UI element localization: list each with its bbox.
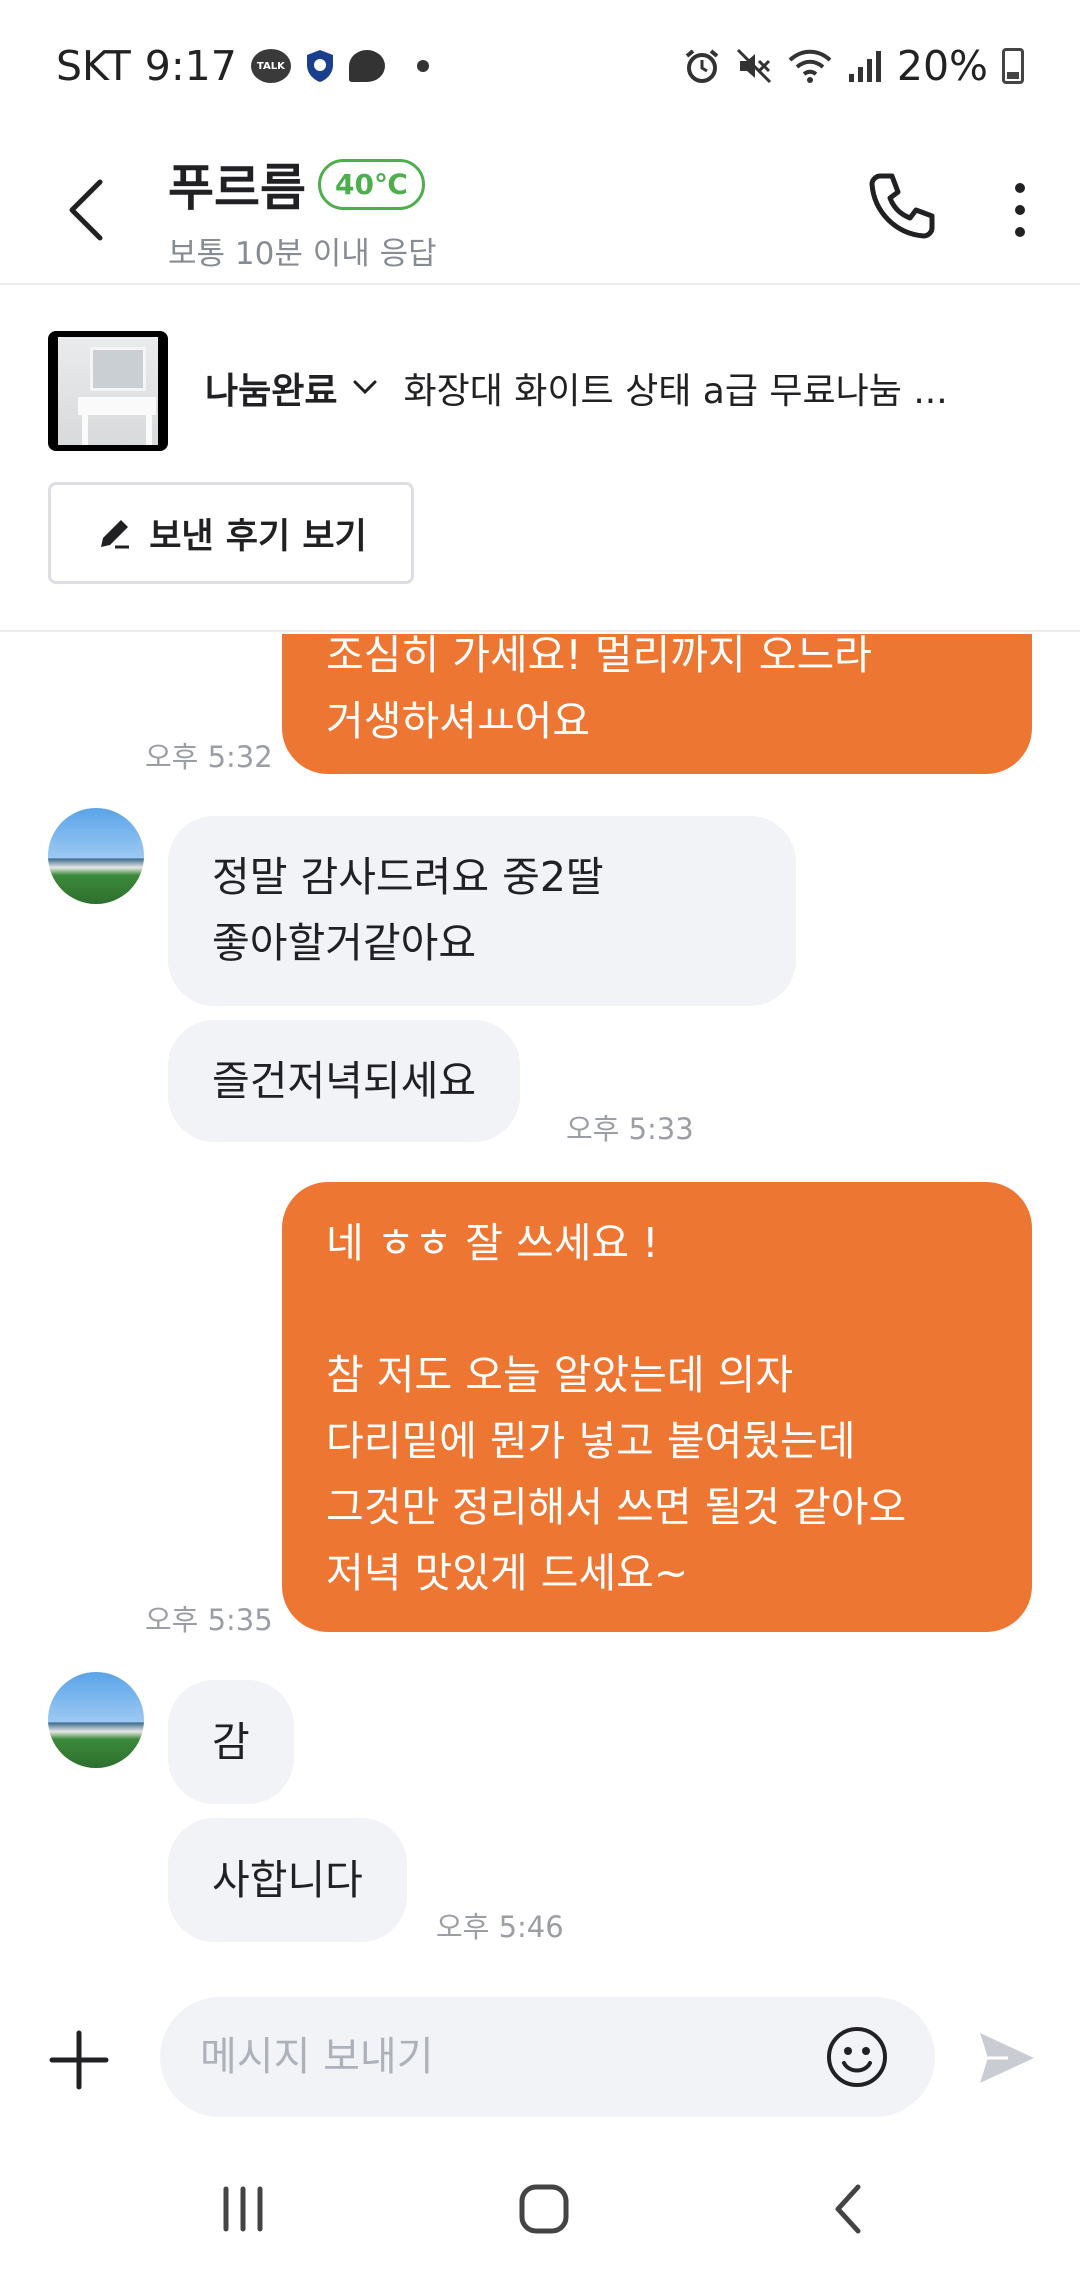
message-line: 그것만 정리해서 쓰면 될것 같아오 <box>326 1483 907 1531</box>
message-line <box>326 1276 988 1342</box>
send-icon <box>980 2033 1034 2083</box>
shield-icon <box>305 48 335 84</box>
message-line: 참 저도 오늘 알았는데 의자 <box>326 1351 794 1399</box>
product-card: 나눔완료 화장대 화이트 상태 a급 무료나눔 ... 보낸 후기 보기 <box>0 287 1080 632</box>
recent-apps-icon <box>223 2186 263 2232</box>
message-time: 오후 5:32 <box>145 740 273 774</box>
talk-badge: TALK <box>256 60 285 72</box>
message-line: 감 <box>212 1718 250 1766</box>
recent-apps-button[interactable] <box>218 2185 268 2233</box>
response-time-label: 보통 10분 이내 응답 <box>168 236 437 272</box>
my-message-bubble[interactable]: 네 ㅎㅎ 잘 쓰세요 ! 참 저도 오늘 알았는데 의자 다리밑에 뭔가 넣고 … <box>282 1182 1032 1632</box>
chat-header: 푸르름 40℃ 보통 10분 이내 응답 <box>0 140 1080 285</box>
back-button[interactable] <box>60 170 120 250</box>
view-sent-review-label: 보낸 후기 보기 <box>149 516 367 557</box>
call-button[interactable] <box>862 166 942 246</box>
avatar[interactable] <box>48 808 144 904</box>
system-nav-bar <box>0 2135 1080 2280</box>
view-sent-review-button[interactable]: 보낸 후기 보기 <box>48 482 414 584</box>
message-line: 저녁 맛있게 드세요~ <box>326 1549 689 1597</box>
message-line: 좋아할거같아요 <box>212 919 477 967</box>
carrier-label: SKT <box>56 42 131 90</box>
home-button[interactable] <box>518 2183 570 2235</box>
phone-icon <box>869 173 935 239</box>
more-vertical-icon <box>1015 183 1025 237</box>
message-time: 오후 5:46 <box>436 1910 564 1944</box>
system-back-button[interactable] <box>830 2183 866 2235</box>
alarm-icon <box>683 47 721 85</box>
my-message-bubble[interactable]: 조심히 가세요! 멀리까지 오느라 거생하셔ㅛ어요 <box>282 634 1032 774</box>
product-title[interactable]: 화장대 화이트 상태 a급 무료나눔 ... <box>403 362 947 414</box>
chevron-down-icon[interactable] <box>351 378 379 398</box>
product-thumbnail[interactable] <box>48 331 168 451</box>
page-title[interactable]: 푸르름 <box>168 148 306 220</box>
message-line: 정말 감사드려요 중2딸 <box>212 853 604 901</box>
message-time: 오후 5:33 <box>566 1112 694 1146</box>
their-message-bubble[interactable]: 사합니다 <box>168 1818 407 1942</box>
mute-icon <box>735 47 773 85</box>
status-bar: SKT 9:17 TALK 20% <box>0 0 1080 140</box>
emoji-button[interactable] <box>825 2025 889 2089</box>
attach-button[interactable] <box>48 2029 110 2091</box>
message-line: 즐건저녁되세요 <box>212 1057 477 1105</box>
their-message-bubble[interactable]: 즐건저녁되세요 <box>168 1020 521 1142</box>
pencil-icon <box>101 520 130 549</box>
chevron-left-icon <box>835 2184 861 2234</box>
talk-icon: TALK <box>250 49 291 83</box>
message-line: 네 ㅎㅎ 잘 쓰세요 ! <box>326 1219 659 1267</box>
message-line: 사합니다 <box>212 1856 363 1904</box>
home-icon <box>519 2184 569 2234</box>
message-input[interactable] <box>200 1997 820 2117</box>
message-time: 오후 5:35 <box>145 1603 273 1637</box>
message-field[interactable] <box>160 1997 935 2117</box>
message-line: 다리밑에 뭔가 넣고 붙여뒀는데 <box>326 1417 856 1465</box>
manner-temperature-badge: 40℃ <box>318 158 425 210</box>
more-notifications-dot <box>416 60 429 72</box>
send-button[interactable] <box>978 2031 1036 2085</box>
message-input-bar <box>0 1975 1080 2135</box>
back-arrow-icon <box>69 179 103 241</box>
their-message-bubble[interactable]: 감 <box>168 1680 294 1804</box>
wifi-icon <box>787 47 833 85</box>
battery-icon <box>1002 48 1024 84</box>
chat-messages: 조심히 가세요! 멀리까지 오느라 거생하셔ㅛ어요 오후 5:32 정말 감사드… <box>0 634 1080 1974</box>
message-line: 조심히 가세요! 멀리까지 오느라 <box>326 634 872 679</box>
plus-icon <box>49 2030 109 2090</box>
their-message-bubble[interactable]: 정말 감사드려요 중2딸 좋아할거같아요 <box>168 816 796 1006</box>
clock: 9:17 <box>144 42 237 90</box>
more-options-button[interactable] <box>1000 170 1040 250</box>
avatar[interactable] <box>48 1672 144 1768</box>
message-line: 거생하셔ㅛ어요 <box>326 697 591 745</box>
battery-percent: 20% <box>896 42 988 90</box>
emoji-icon <box>827 2027 887 2087</box>
trade-status-dropdown[interactable]: 나눔완료 <box>205 362 337 414</box>
chat-notification-icon <box>348 50 385 82</box>
signal-icon <box>847 48 883 84</box>
